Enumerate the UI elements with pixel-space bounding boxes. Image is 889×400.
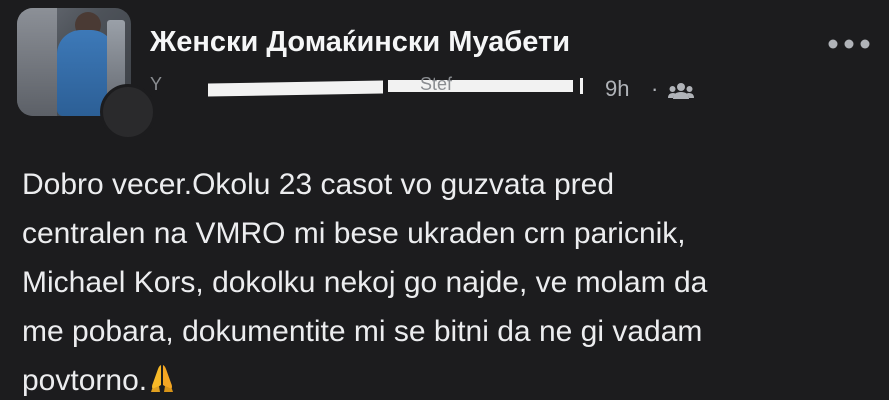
group-name[interactable]: Женски Домаќински Муабети (150, 26, 570, 59)
meta-separator: · (651, 76, 659, 101)
author-name-fragment[interactable]: Stef (420, 74, 452, 95)
post-timestamp[interactable]: 9h (605, 76, 629, 102)
group-icon[interactable] (668, 82, 694, 100)
redaction-mark (580, 78, 583, 94)
post-body-text: Dobro vecer.Okolu 23 casot vo guzvata pr… (22, 168, 708, 397)
author-avatar[interactable] (100, 84, 156, 140)
facebook-post: Женски Домаќински Муабети Y Stef 9h · Do… (0, 0, 889, 400)
post-body: Dobro vecer.Okolu 23 casot vo guzvata pr… (22, 160, 882, 400)
redaction-mark (208, 80, 383, 97)
redaction-mark (388, 80, 573, 92)
folded-hands-icon (151, 365, 174, 392)
author-name-fragment[interactable]: Y (150, 74, 162, 95)
more-options-icon[interactable] (824, 34, 874, 54)
avatar-background (17, 8, 57, 116)
